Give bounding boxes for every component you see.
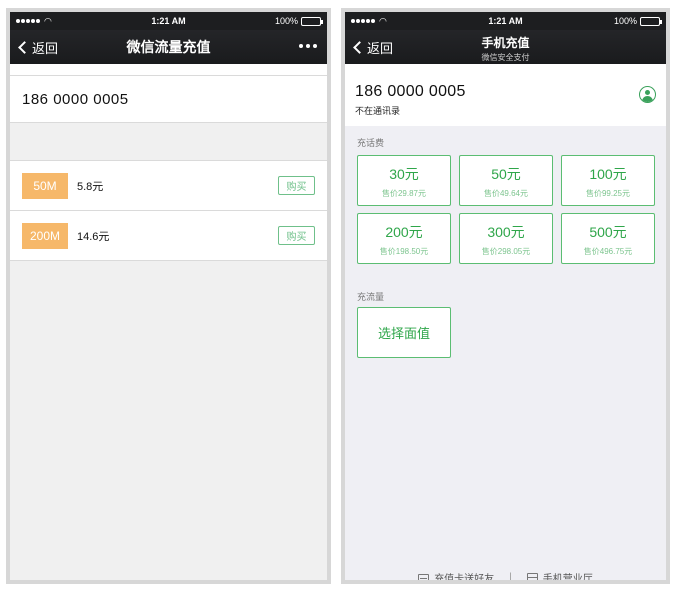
- business-hall-link[interactable]: 手机营业厅: [526, 570, 593, 584]
- call-option-amount: 100元: [589, 166, 627, 182]
- call-option-amount: 300元: [487, 224, 525, 240]
- call-option-card[interactable]: 200元 售价198.50元: [357, 213, 451, 264]
- call-option-card[interactable]: 30元 售价29.87元: [357, 155, 451, 206]
- phone-screen-flow-recharge: ◠ 1:21 AM 100% 返回 微信流量充值 186 0000 0005 5…: [6, 8, 331, 584]
- plan-price: 14.6元: [77, 230, 110, 243]
- data-section-label: 充流量: [357, 292, 385, 302]
- call-option-amount: 30元: [389, 166, 419, 182]
- plan-price: 5.8元: [77, 180, 104, 193]
- contact-icon[interactable]: [639, 86, 656, 103]
- plan-item: 200M 14.6元 购买: [10, 211, 327, 261]
- call-option-card[interactable]: 300元 售价298.05元: [459, 213, 553, 264]
- chevron-left-icon: [353, 40, 366, 54]
- call-option-card[interactable]: 50元 售价49.64元: [459, 155, 553, 206]
- nav-bar: 返回 微信流量充值: [10, 30, 327, 64]
- gift-card-label: 充值卡送好友: [434, 574, 495, 584]
- phone-screen-mobile-recharge: ◠ 1:21 AM 100% 返回 手机充值 微信安全支付 186 0000 0…: [341, 8, 670, 584]
- call-option-sale-price: 售价49.64元: [483, 189, 529, 198]
- buy-button[interactable]: 购买: [278, 226, 315, 245]
- plan-size-badge: 50M: [22, 172, 68, 199]
- call-option-amount: 50元: [491, 166, 521, 182]
- back-label: 返回: [32, 40, 59, 56]
- call-option-sale-price: 售价198.50元: [379, 247, 429, 256]
- call-option-sale-price: 售价29.87元: [381, 189, 427, 198]
- page-title-text: 手机充值: [481, 36, 530, 50]
- gift-card-link[interactable]: 充值卡送好友: [418, 570, 495, 584]
- back-label: 返回: [367, 40, 394, 56]
- wifi-icon: ◠: [379, 15, 387, 26]
- nav-bar: 返回 手机充值 微信安全支付: [345, 30, 666, 64]
- page-title: 手机充值 微信安全支付: [345, 34, 666, 63]
- status-bar: ◠ 1:21 AM 100%: [345, 12, 666, 30]
- plan-size-badge: 200M: [22, 222, 68, 249]
- status-bar: ◠ 1:21 AM 100%: [10, 12, 327, 30]
- battery-icon: [301, 16, 323, 26]
- footer-separator: |: [509, 572, 512, 583]
- call-options-grid: 30元 售价29.87元 50元 售价49.64元 100元 售价99.25元 …: [345, 149, 666, 264]
- phone-number-field[interactable]: 186 0000 0005: [10, 75, 327, 123]
- battery-percent: 100%: [613, 16, 637, 26]
- call-option-amount: 200元: [385, 224, 423, 240]
- phone-number-field[interactable]: 186 0000 0005 不在通讯录: [345, 75, 666, 126]
- more-dots-icon[interactable]: [299, 44, 317, 48]
- store-icon: [526, 573, 538, 580]
- battery-icon: [640, 16, 662, 26]
- call-option-card[interactable]: 500元 售价496.75元: [561, 213, 655, 264]
- signal-icon: ◠: [351, 16, 387, 27]
- card-icon: [418, 573, 430, 580]
- phone-number: 186 0000 0005: [355, 83, 466, 100]
- plan-item: 50M 5.8元 购买: [10, 161, 327, 211]
- call-section-label: 充话费: [357, 138, 385, 148]
- back-button[interactable]: 返回: [345, 38, 393, 57]
- buy-button[interactable]: 购买: [278, 176, 315, 195]
- back-button[interactable]: 返回: [10, 38, 58, 57]
- call-option-card[interactable]: 100元 售价99.25元: [561, 155, 655, 206]
- select-value-button[interactable]: 选择面值: [357, 307, 451, 358]
- plan-list: 50M 5.8元 购买 200M 14.6元 购买: [10, 160, 327, 261]
- call-option-sale-price: 售价496.75元: [583, 247, 633, 256]
- call-option-amount: 500元: [589, 224, 627, 240]
- contact-note: 不在通讯录: [355, 106, 401, 116]
- page-subtitle: 微信安全支付: [481, 53, 530, 62]
- signal-icon: ◠: [16, 16, 52, 27]
- call-option-sale-price: 售价298.05元: [481, 247, 531, 256]
- wifi-icon: ◠: [44, 15, 52, 26]
- call-option-sale-price: 售价99.25元: [585, 189, 631, 198]
- business-hall-label: 手机营业厅: [542, 574, 593, 584]
- footer-links: 充值卡送好友 | 手机营业厅: [345, 570, 666, 584]
- chevron-left-icon: [18, 40, 31, 54]
- battery-percent: 100%: [274, 16, 298, 26]
